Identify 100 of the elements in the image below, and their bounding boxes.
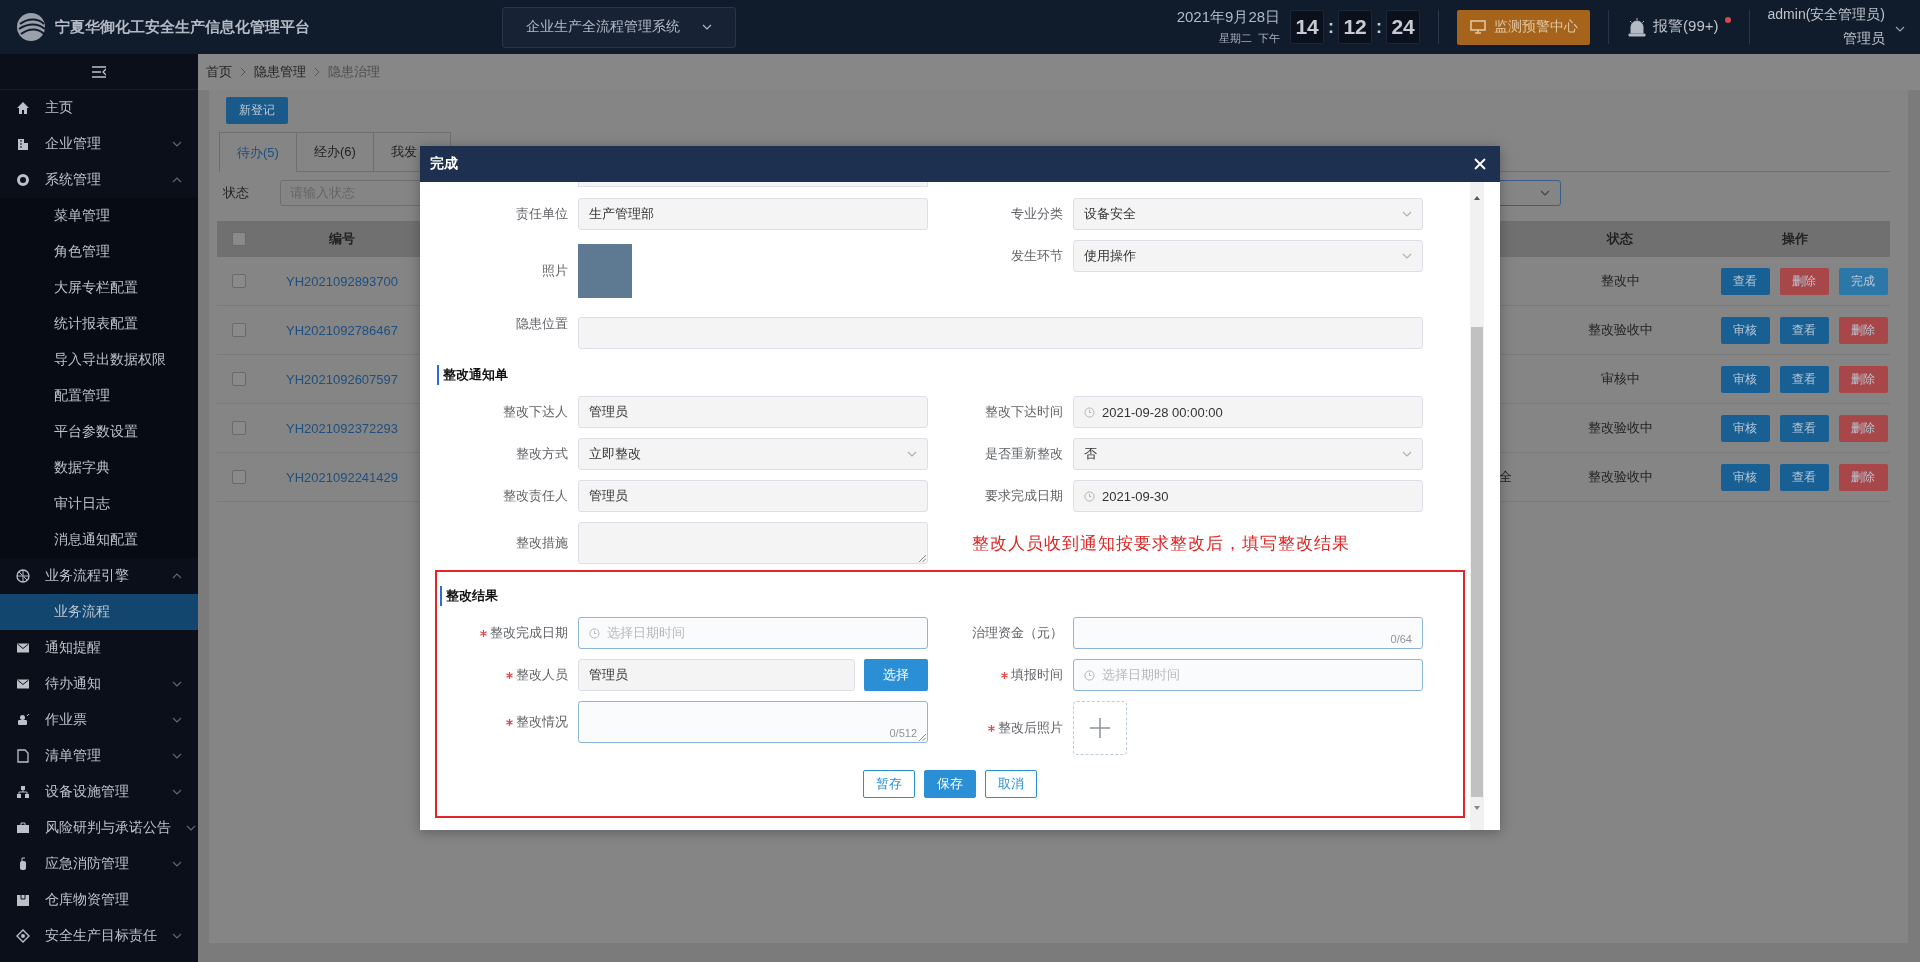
- sidebar-item[interactable]: 企业管理: [0, 126, 198, 162]
- breadcrumb-link[interactable]: 隐患管理: [254, 63, 306, 81]
- diamond-icon: [16, 929, 30, 943]
- delete-button[interactable]: 删除: [1838, 365, 1888, 393]
- sidebar-item[interactable]: 清单管理: [0, 738, 198, 774]
- monitor-icon: [1469, 20, 1486, 34]
- breadcrumb-link[interactable]: 首页: [206, 63, 232, 81]
- sidebar-subitem[interactable]: 审计日志: [0, 486, 198, 522]
- chevron-right-icon: [240, 67, 246, 77]
- field-label: 整改下达时间: [985, 403, 1063, 421]
- clock-digits: 12: [1338, 10, 1373, 44]
- sidebar-subitem[interactable]: 菜单管理: [0, 198, 198, 234]
- sidebar-item[interactable]: 待办通知: [0, 666, 198, 702]
- review-button[interactable]: 审核: [1720, 316, 1770, 344]
- review-button[interactable]: 审核: [1720, 365, 1770, 393]
- chevron-down-icon: [1402, 451, 1412, 457]
- field-label: 照片: [542, 262, 568, 280]
- sidebar-subitem[interactable]: 配置管理: [0, 378, 198, 414]
- clock-separator: :: [1375, 16, 1384, 38]
- sidebar-subitem[interactable]: 业务流程: [0, 594, 198, 630]
- sidebar-subitem[interactable]: 消息通知配置: [0, 522, 198, 558]
- character-counter: 0/64: [1390, 633, 1412, 645]
- character-counter: 0/512: [889, 727, 917, 739]
- sidebar-item[interactable]: 应急消防管理: [0, 846, 198, 882]
- sidebar-item[interactable]: 安全生产目标责任: [0, 918, 198, 954]
- user-name[interactable]: admin(安全管理员): [1767, 6, 1885, 24]
- checkbox[interactable]: [232, 470, 246, 484]
- sidebar-item[interactable]: 主页: [0, 90, 198, 126]
- hierarchy-icon: [16, 785, 30, 799]
- box-icon: [16, 893, 30, 907]
- chevron-down-icon: [1895, 26, 1905, 32]
- clock-icon: [1084, 406, 1095, 418]
- sidebar-subitem[interactable]: 平台参数设置: [0, 414, 198, 450]
- sidebar-subitem[interactable]: 大屏专栏配置: [0, 270, 198, 306]
- sidebar-subitem[interactable]: 数据字典: [0, 450, 198, 486]
- view-button[interactable]: 查看: [1779, 414, 1829, 442]
- checkbox[interactable]: [232, 232, 246, 246]
- checkbox[interactable]: [232, 372, 246, 386]
- view-button[interactable]: 查看: [1779, 463, 1829, 491]
- sidebar-item[interactable]: 设备设施管理: [0, 774, 198, 810]
- chevron-down-icon: [702, 24, 712, 30]
- clock-icon: [589, 627, 600, 639]
- new-record-button[interactable]: 新登记: [226, 97, 288, 124]
- building-icon: [16, 137, 30, 151]
- field-label: 责任单位: [516, 205, 568, 223]
- primary-button[interactable]: 保存: [924, 770, 976, 798]
- delete-button[interactable]: 删除: [1779, 267, 1829, 295]
- review-button[interactable]: 审核: [1720, 414, 1770, 442]
- monitor-center-button[interactable]: 监测预警中心: [1457, 9, 1591, 45]
- section-heading: 整改结果: [440, 586, 1463, 606]
- checkbox[interactable]: [232, 274, 246, 288]
- view-button[interactable]: 查看: [1779, 316, 1829, 344]
- upload-button[interactable]: [1073, 701, 1127, 755]
- secondary-button[interactable]: 取消: [985, 770, 1037, 798]
- document-icon: [16, 749, 30, 763]
- view-button[interactable]: 查看: [1720, 267, 1770, 295]
- text-field[interactable]: 0/64: [1073, 617, 1423, 649]
- field-label: 发生环节: [1011, 247, 1063, 265]
- weekday-text: 星期二: [1219, 31, 1253, 46]
- delete-button[interactable]: 删除: [1838, 414, 1888, 442]
- field-label: 要求完成日期: [985, 487, 1063, 505]
- resize-handle-icon: [919, 734, 926, 741]
- system-select[interactable]: 企业生产全流程管理系统: [502, 6, 736, 48]
- field-label: 整改完成日期: [490, 624, 568, 642]
- checkbox[interactable]: [232, 421, 246, 435]
- alarm-link[interactable]: 报警(99+): [1653, 17, 1719, 36]
- textarea-field[interactable]: [578, 182, 928, 187]
- photo-placeholder: [578, 244, 632, 298]
- field-label: 是否重新整改: [985, 445, 1063, 463]
- secondary-button[interactable]: 暂存: [863, 770, 915, 798]
- platform-title: 宁夏华御化工安全生产信息化管理平台: [55, 17, 311, 37]
- sidebar-item[interactable]: 作业票: [0, 702, 198, 738]
- checkbox[interactable]: [232, 323, 246, 337]
- status-cell-text: 整改验收中: [1586, 321, 1654, 339]
- menu-toggle-icon[interactable]: [92, 65, 106, 78]
- delete-button[interactable]: 删除: [1838, 463, 1888, 491]
- sidebar-subitem[interactable]: 统计报表配置: [0, 306, 198, 342]
- review-button[interactable]: 审核: [1720, 463, 1770, 491]
- sidebar-item[interactable]: 通知提醒: [0, 630, 198, 666]
- filter-label: 状态: [223, 184, 250, 202]
- view-button[interactable]: 查看: [1779, 365, 1829, 393]
- user-role: 管理员: [1843, 30, 1885, 48]
- delete-button[interactable]: 删除: [1838, 316, 1888, 344]
- sidebar-item[interactable]: 业务流程引擎: [0, 558, 198, 594]
- sidebar-item[interactable]: 风险研判与承诺公告: [0, 810, 198, 846]
- sidebar-subitem[interactable]: 导入导出数据权限: [0, 342, 198, 378]
- date-text: 2021年9月28日: [1176, 8, 1281, 27]
- stamp-icon: [16, 713, 30, 727]
- sidebar-item[interactable]: 系统管理: [0, 162, 198, 198]
- field-label: 整改方式: [516, 445, 568, 463]
- column-header: 操作: [1781, 230, 1809, 248]
- scrollbar[interactable]: [1470, 182, 1484, 830]
- column-header: 编号: [328, 230, 356, 248]
- close-icon[interactable]: [1474, 158, 1486, 170]
- sidebar-subitem[interactable]: 角色管理: [0, 234, 198, 270]
- textarea-field[interactable]: 0/512: [578, 701, 928, 743]
- bell-icon: [1627, 17, 1648, 37]
- field-label: 整改下达人: [503, 403, 568, 421]
- sidebar-item[interactable]: 仓库物资管理: [0, 882, 198, 918]
- column-header: 状态: [1605, 230, 1634, 248]
